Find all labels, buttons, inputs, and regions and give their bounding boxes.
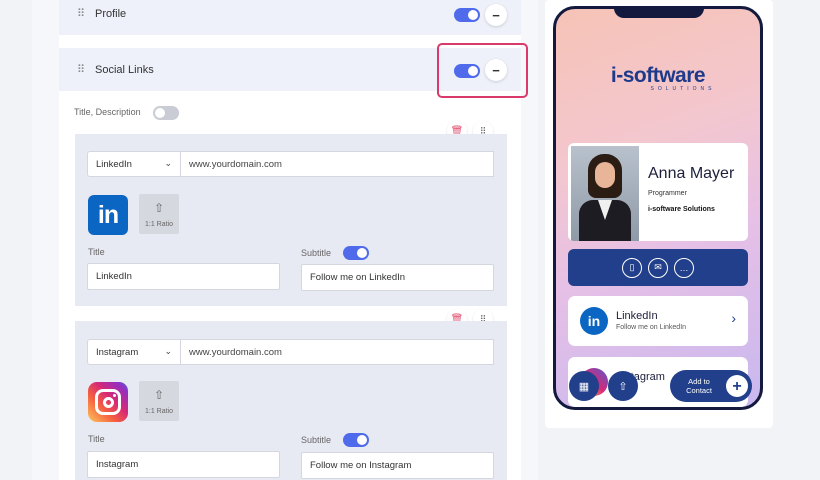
chat-icon[interactable]: …	[674, 257, 694, 278]
upload-button[interactable]: ⇧ 1:1 Ratio	[139, 381, 179, 421]
platform-select[interactable]: LinkedIn ⌄	[87, 151, 181, 177]
platform-select[interactable]: Instagram ⌄	[87, 339, 181, 365]
profile-photo	[571, 146, 639, 241]
drag-handle-icon[interactable]: ⠿	[77, 7, 95, 20]
profile-toggle[interactable]	[454, 8, 480, 22]
upload-button[interactable]: ⇧ 1:1 Ratio	[139, 194, 179, 234]
minus-icon[interactable]: −	[485, 4, 507, 26]
linkedin-icon-text: in	[587, 313, 601, 329]
chevron-right-icon: ›	[731, 310, 736, 326]
section-profile-header[interactable]: ⠿ Profile	[59, 0, 521, 35]
subtitle-toggle[interactable]	[343, 246, 369, 260]
url-input[interactable]: www.yourdomain.com	[181, 151, 494, 177]
highlight-box	[437, 43, 528, 98]
subtitle-label: Subtitle	[301, 435, 332, 445]
section-title: Profile	[95, 7, 127, 20]
plus-icon: +	[726, 375, 748, 397]
linkedin-logo-text: in	[97, 200, 119, 229]
subtitle-label: Subtitle	[301, 248, 332, 258]
phone-icon[interactable]: ▯	[622, 257, 642, 278]
platform-select-value: LinkedIn	[96, 158, 132, 170]
platform-select-value: Instagram	[96, 346, 139, 358]
add-to-contact-label: Add to Contact	[686, 377, 712, 395]
title-label: Title	[88, 247, 105, 257]
qr-code-icon[interactable]: ▦	[569, 371, 599, 401]
preview-social-card-linkedin[interactable]: in LinkedIn Follow me on LinkedIn ›	[568, 296, 748, 346]
subtitle-input[interactable]: Follow me on Instagram	[301, 452, 494, 479]
title-description-label: Title, Description	[74, 107, 141, 117]
social-card-subtitle: Follow me on LinkedIn	[616, 324, 687, 331]
profile-role: Programmer	[648, 190, 687, 197]
chevron-down-icon: ⌄	[164, 158, 172, 168]
brand-logo: i-software SOLUTIONS	[556, 64, 760, 92]
profile-card: Anna Mayer Programmer i-software Solutio…	[568, 143, 748, 241]
subtitle-input[interactable]: Follow me on LinkedIn	[301, 264, 494, 291]
section-title: Social Links	[95, 63, 154, 76]
brand-name: i-software	[610, 64, 706, 87]
upload-icon: ⇧	[153, 200, 165, 215]
share-icon[interactable]: ⇧	[608, 371, 638, 401]
social-card-title: LinkedIn	[616, 310, 658, 322]
title-description-toggle[interactable]	[153, 106, 179, 120]
subtitle-toggle[interactable]	[343, 433, 369, 447]
phone-preview: i-software SOLUTIONS Anna Mayer Programm…	[553, 6, 763, 410]
mail-icon[interactable]: ✉	[648, 257, 668, 278]
profile-name: Anna Mayer	[648, 165, 735, 182]
instagram-logo-icon	[88, 382, 128, 422]
linkedin-logo-icon: in	[88, 195, 128, 235]
phone-notch	[614, 9, 704, 18]
profile-company: i-software Solutions	[648, 206, 715, 213]
chevron-down-icon: ⌄	[164, 346, 172, 356]
drag-handle-icon[interactable]: ⠿	[77, 63, 95, 76]
title-input[interactable]: LinkedIn	[87, 263, 280, 290]
add-to-contact-button[interactable]: Add to Contact +	[670, 370, 752, 402]
upload-ratio-label: 1:1 Ratio	[144, 407, 174, 415]
upload-ratio-label: 1:1 Ratio	[144, 220, 174, 228]
linkedin-icon: in	[580, 307, 608, 335]
url-input[interactable]: www.yourdomain.com	[181, 339, 494, 365]
title-label: Title	[88, 434, 105, 444]
contact-actions: ▯ ✉ …	[568, 249, 748, 286]
title-input[interactable]: Instagram	[87, 451, 280, 478]
upload-icon: ⇧	[153, 387, 165, 402]
